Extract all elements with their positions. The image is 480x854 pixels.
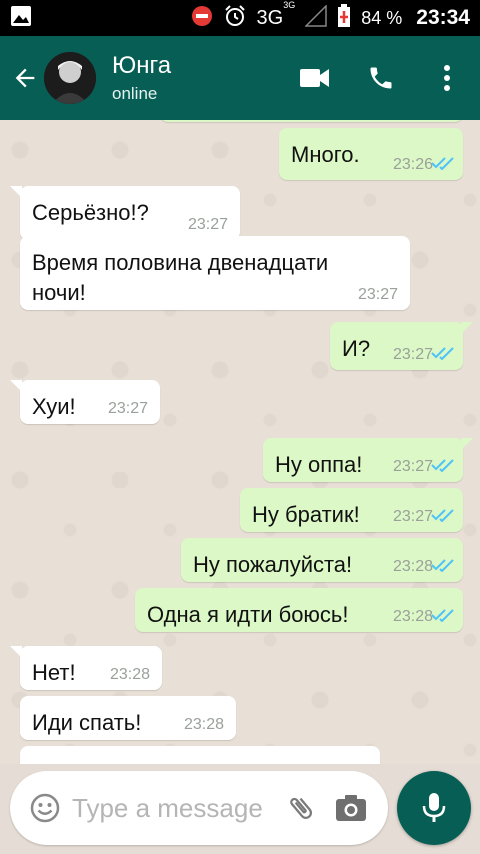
message-bubble-outgoing[interactable]: [160, 120, 463, 122]
message-time: 23:27: [187, 216, 228, 233]
signal-icon: [304, 3, 327, 32]
read-receipt-icon: [431, 559, 454, 572]
video-call-icon: [300, 69, 329, 87]
emoji-icon: [30, 793, 60, 823]
contact-name: Юнга: [112, 52, 172, 79]
message-input[interactable]: [72, 792, 276, 824]
message-time: 23:27: [357, 286, 398, 303]
message-time: 23:27: [107, 400, 148, 417]
back-arrow-icon: [15, 68, 35, 88]
message-time: 23:28: [183, 716, 224, 733]
message-time: 23:28: [392, 558, 433, 575]
attach-button[interactable]: [276, 793, 326, 823]
video-call-button[interactable]: [282, 36, 348, 120]
network-type: 3G3G: [256, 0, 296, 29]
clock: 23:34: [416, 6, 470, 29]
message-text: Нет!: [32, 660, 76, 685]
message-time: 23:27: [392, 458, 433, 475]
camera-icon: [336, 795, 366, 821]
contact-status: online: [112, 84, 158, 103]
message-text: Серьёзно!?: [32, 200, 149, 225]
read-receipt-icon: [431, 459, 454, 472]
message-bubble-incoming[interactable]: [20, 746, 380, 764]
more-options-button[interactable]: [414, 36, 480, 120]
alarm-icon: [223, 4, 247, 33]
message-time: 23:26: [392, 156, 433, 173]
message-bubble-incoming[interactable]: Иди спать! 23:28: [20, 696, 236, 740]
voice-record-button[interactable]: [397, 771, 471, 845]
read-receipt-icon: [431, 609, 454, 622]
message-text: И?: [342, 336, 371, 361]
message-text: Ну братик!: [252, 502, 360, 527]
message-bubble-outgoing[interactable]: Много. 23:26: [279, 128, 463, 180]
message-time: 23:28: [109, 666, 150, 683]
status-bar: 3G3G 84 % 23:34: [0, 0, 480, 36]
message-bubble-incoming[interactable]: Серьёзно!? 23:27: [10, 186, 240, 240]
message-bubble-outgoing[interactable]: Одна я идти боюсь! 23:28: [135, 588, 463, 632]
do-not-disturb-icon: [191, 5, 213, 32]
voice-call-button[interactable]: [348, 36, 414, 120]
camera-button[interactable]: [326, 794, 376, 822]
message-bubble-outgoing[interactable]: Ну братик! 23:27: [240, 488, 463, 532]
message-time: 23:27: [392, 346, 433, 363]
message-text: Ну оппа!: [275, 452, 363, 477]
message-bubble-outgoing[interactable]: Ну пожалуйста! 23:28: [181, 538, 463, 582]
message-text: Одна я идти боюсь!: [147, 602, 349, 627]
read-receipt-icon: [431, 347, 454, 360]
message-time: 23:28: [392, 608, 433, 625]
more-vert-icon: [444, 65, 450, 91]
message-text: Ну пожалуйста!: [193, 552, 353, 577]
message-bubble-outgoing[interactable]: И? 23:27: [330, 322, 473, 370]
message-text: Много.: [291, 142, 360, 167]
message-text: Хуи!: [32, 394, 76, 419]
attach-icon: [290, 797, 312, 819]
phone-icon: [370, 67, 392, 89]
back-button[interactable]: [2, 36, 48, 120]
message-text: Время половина двенадцати ночи!: [32, 250, 329, 305]
message-bubble-outgoing[interactable]: Ну оппа! 23:27: [263, 438, 473, 482]
message-bubble-incoming[interactable]: Время половина двенадцати ночи! 23:27: [20, 236, 410, 310]
read-receipt-icon: [431, 157, 454, 170]
read-receipt-icon: [431, 509, 454, 522]
message-bubble-incoming[interactable]: Нет! 23:28: [10, 646, 162, 690]
mic-icon: [422, 793, 446, 822]
avatar[interactable]: [44, 52, 96, 104]
chat-header: Юнга online: [0, 36, 480, 120]
battery-level: 84 %: [361, 7, 403, 28]
gallery-notification-icon: [10, 5, 32, 32]
message-composer: [10, 771, 388, 845]
message-text: Иди спать!: [32, 710, 142, 735]
message-time: 23:27: [392, 508, 433, 525]
message-list[interactable]: Много. 23:26 Серьёзно!? 23:27 Время поло…: [0, 120, 480, 764]
emoji-button[interactable]: [18, 793, 72, 823]
contact-info[interactable]: Юнга online: [112, 52, 171, 104]
message-bubble-incoming[interactable]: Хуи! 23:27: [10, 380, 160, 424]
battery-icon: [337, 3, 351, 33]
